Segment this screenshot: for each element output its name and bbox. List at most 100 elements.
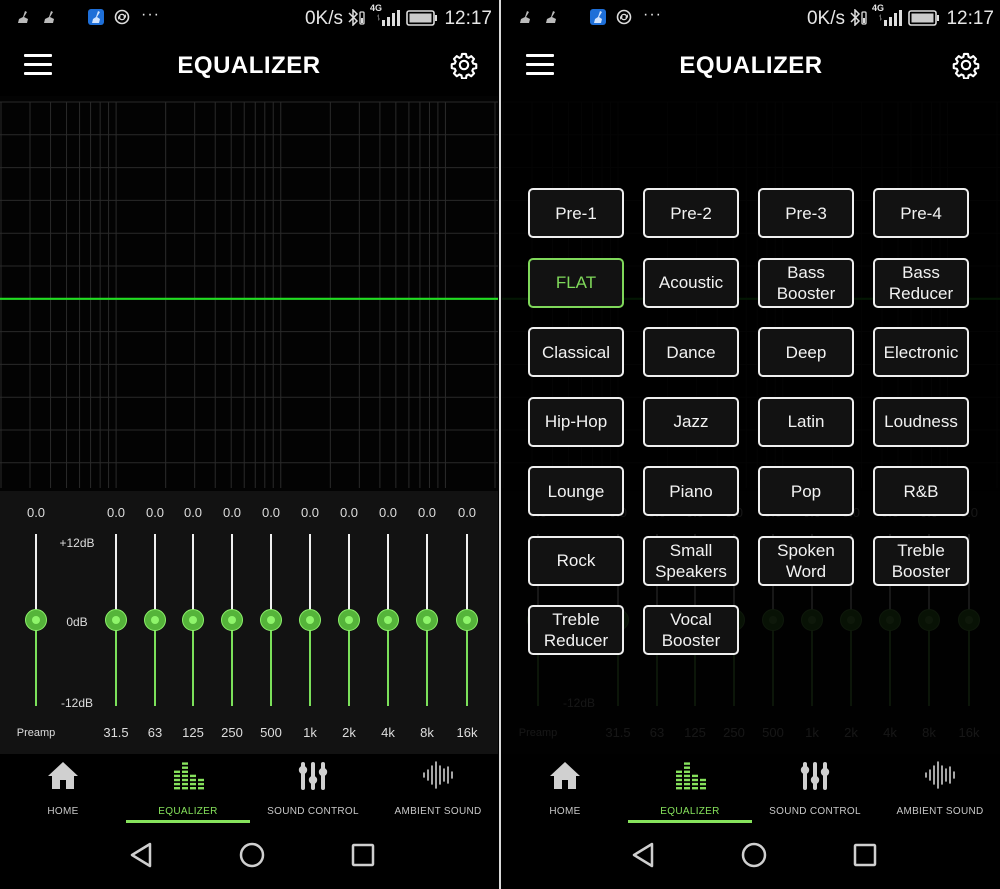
band-250-slider[interactable] — [221, 534, 243, 706]
recents-square-icon[interactable] — [348, 840, 378, 870]
band-63-slider[interactable] — [144, 534, 166, 706]
band-1k-slider[interactable] — [299, 534, 321, 706]
band-125-slider[interactable] — [182, 534, 204, 706]
page-title: EQUALIZER — [679, 52, 823, 79]
slider-knob[interactable] — [338, 609, 360, 631]
tab-sound-control[interactable]: SOUND CONTROL — [753, 754, 877, 824]
back-triangle-icon[interactable] — [629, 840, 659, 870]
net-speed: 0K/s — [304, 8, 343, 29]
preset-piano-button[interactable]: Piano — [643, 466, 739, 516]
preset-pre-4-button[interactable]: Pre-4 — [873, 188, 969, 238]
preset-treble-booster-button[interactable]: Treble Booster — [873, 535, 969, 586]
slider-knob[interactable] — [416, 609, 438, 631]
gear-icon[interactable] — [450, 51, 478, 79]
preset-jazz-button[interactable]: Jazz — [643, 396, 739, 447]
slider-track-upper — [309, 534, 311, 620]
home-circle-icon[interactable] — [237, 840, 267, 870]
graph-background — [0, 96, 498, 491]
recents-square-icon[interactable] — [850, 840, 880, 870]
preset-pre-3-button[interactable]: Pre-3 — [758, 188, 854, 238]
preset-latin-button[interactable]: Latin — [758, 396, 854, 447]
band-2k-slider[interactable] — [338, 534, 360, 706]
signal-icon — [377, 10, 400, 26]
preset-dance-button[interactable]: Dance — [643, 327, 739, 377]
preset-bass-reducer-button[interactable]: Bass Reducer — [873, 257, 969, 308]
broom-icon — [18, 11, 28, 23]
preset-deep-button[interactable]: Deep — [758, 327, 854, 377]
band-31.5-slider[interactable] — [105, 534, 127, 706]
band-125-value: 0.0 — [183, 505, 203, 520]
preset-lounge-button[interactable]: Lounge — [528, 466, 624, 516]
bottom-tab-bar: HOME EQUALIZER SOUND CONTROL AMBIENT SOU… — [502, 754, 1000, 824]
preset-rock-button[interactable]: Rock — [528, 535, 624, 586]
band-125-label: 125 — [182, 725, 204, 740]
preset-treble-reducer-button[interactable]: Treble Reducer — [528, 605, 624, 655]
slider-knob[interactable] — [221, 609, 243, 631]
band-16k-label: 16k — [456, 725, 478, 740]
slider-knob[interactable] — [260, 609, 282, 631]
band-16k-slider[interactable] — [456, 534, 478, 706]
tab-equalizer[interactable]: EQUALIZER — [126, 754, 250, 824]
preset-classical-button[interactable]: Classical — [528, 327, 624, 377]
preset-bass-booster-button[interactable]: Bass Booster — [758, 257, 854, 308]
slider-knob[interactable] — [144, 609, 166, 631]
slider-track-upper — [231, 534, 233, 620]
back-triangle-icon[interactable] — [127, 840, 157, 870]
preset-small-speakers-button[interactable]: Small Speakers — [643, 535, 739, 586]
clock: 12:17 — [444, 8, 492, 29]
bottom-tab-bar: HOME EQUALIZER SOUND CONTROL AMBIENT SOU… — [0, 754, 498, 824]
broom-icon — [520, 11, 530, 23]
slider-track-lower — [466, 620, 468, 706]
slider-knob[interactable] — [182, 609, 204, 631]
tab-sound-control-label: SOUND CONTROL — [769, 806, 861, 817]
band-4k-value: 0.0 — [378, 505, 398, 520]
preset-acoustic-button[interactable]: Acoustic — [643, 257, 739, 308]
eq-graph-svg — [0, 96, 498, 491]
preset-electronic-button[interactable]: Electronic — [873, 327, 969, 377]
tab-ambient-sound[interactable]: AMBIENT SOUND — [878, 754, 1000, 824]
band-8k-slider[interactable] — [416, 534, 438, 706]
preset-r-b-button[interactable]: R&B — [873, 466, 969, 516]
preset-vocal-booster-button[interactable]: Vocal Booster — [643, 605, 739, 655]
tab-equalizer[interactable]: EQUALIZER — [628, 754, 752, 824]
tab-ambient-sound[interactable]: AMBIENT SOUND — [376, 754, 498, 824]
preset-hip-hop-button[interactable]: Hip-Hop — [528, 396, 624, 447]
slider-track-lower — [231, 620, 233, 706]
band-63-label: 63 — [147, 725, 163, 740]
sound-wave-icon — [925, 761, 955, 789]
cleaner-app-icon — [590, 9, 606, 25]
slider-knob[interactable] — [105, 609, 127, 631]
slider-track-upper — [270, 534, 272, 620]
db-min-label: -12dB — [60, 696, 94, 710]
slider-knob[interactable] — [25, 609, 47, 631]
preset-pop-button[interactable]: Pop — [758, 466, 854, 516]
slider-knob[interactable] — [456, 609, 478, 631]
tab-home[interactable]: HOME — [503, 754, 627, 824]
signal-icon — [879, 10, 902, 26]
slider-knob[interactable] — [299, 609, 321, 631]
preamp-slider[interactable] — [25, 534, 47, 706]
slider-knob[interactable] — [377, 609, 399, 631]
band-1k-value: 0.0 — [300, 505, 320, 520]
tab-equalizer-label: EQUALIZER — [660, 806, 720, 817]
preset-flat-button[interactable]: FLAT — [528, 257, 624, 308]
preset-overlay[interactable]: Pre-1 Pre-2 Pre-3 Pre-4 FLAT Acoustic Bass Boos… — [502, 96, 1000, 754]
band-250-label: 250 — [221, 725, 243, 740]
slider-track-lower — [35, 620, 37, 706]
active-tab-indicator — [126, 820, 250, 823]
preset-pre-2-button[interactable]: Pre-2 — [643, 188, 739, 238]
band-250-value: 0.0 — [222, 505, 242, 520]
preset-loudness-button[interactable]: Loudness — [873, 396, 969, 447]
band-4k-slider[interactable] — [377, 534, 399, 706]
band-500-slider[interactable] — [260, 534, 282, 706]
tab-ambient-sound-label: AMBIENT SOUND — [394, 806, 482, 817]
tab-ambient-sound-label: AMBIENT SOUND — [896, 806, 984, 817]
tab-sound-control[interactable]: SOUND CONTROL — [251, 754, 375, 824]
home-circle-icon[interactable] — [739, 840, 769, 870]
tab-home[interactable]: HOME — [1, 754, 125, 824]
slider-track-upper — [115, 534, 117, 620]
preset-pre-1-button[interactable]: Pre-1 — [528, 188, 624, 238]
gear-icon[interactable] — [952, 51, 980, 79]
db-mid-label: 0dB — [66, 615, 88, 629]
preset-spoken-word-button[interactable]: Spoken Word — [758, 535, 854, 586]
